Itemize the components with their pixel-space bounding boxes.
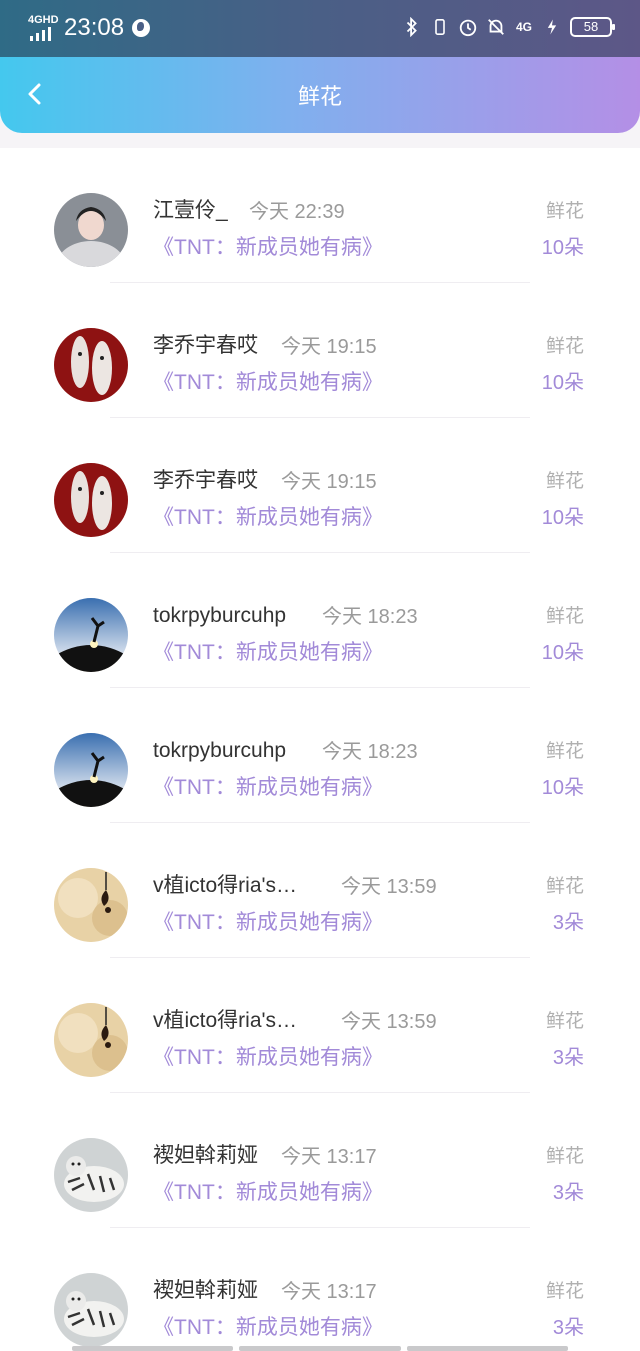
gift-count: 10朵	[541, 507, 584, 529]
status-time: 23:08	[64, 14, 125, 41]
avatar[interactable]	[54, 868, 128, 942]
user-name[interactable]: 李乔宇春哎	[153, 467, 258, 495]
record-time: 今天 13:59	[341, 1011, 437, 1033]
home-indicator[interactable]	[72, 1346, 568, 1351]
list-item[interactable]: 褉妲斡莉娅 今天 13:17 《TNT：新成员她有病》 鲜花 3朵	[0, 1093, 640, 1228]
gift-count: 10朵	[541, 642, 584, 664]
user-name[interactable]: 褉妲斡莉娅	[153, 1142, 258, 1170]
avatar[interactable]	[54, 598, 128, 672]
bluetooth-icon	[402, 16, 422, 38]
alarm-icon	[458, 16, 478, 38]
gift-count: 3朵	[552, 912, 584, 934]
avatar[interactable]	[54, 733, 128, 807]
user-name[interactable]: 江壹伶_	[153, 197, 228, 225]
gift-type: 鲜花	[545, 1281, 584, 1302]
flower-record-list: 江壹伶_ 今天 22:39 《TNT：新成员她有病》 鲜花 10朵 李乔宇春哎 …	[0, 148, 640, 1351]
book-title-link[interactable]: 《TNT：新成员她有病》	[153, 1314, 383, 1342]
record-time: 今天 19:15	[281, 336, 377, 358]
mute-bell-icon	[486, 16, 506, 38]
user-name[interactable]: v植icto得ria's…	[153, 1007, 297, 1035]
list-item[interactable]: 褉妲斡莉娅 今天 13:17 《TNT：新成员她有病》 鲜花 3朵	[0, 1228, 640, 1351]
list-item[interactable]: 李乔宇春哎 今天 19:15 《TNT：新成员她有病》 鲜花 10朵	[0, 418, 640, 553]
book-title-link[interactable]: 《TNT：新成员她有病》	[153, 234, 383, 262]
user-name[interactable]: tokrpyburcuhp	[153, 737, 286, 765]
book-title-link[interactable]: 《TNT：新成员她有病》	[153, 774, 383, 802]
status-bar: 4GHD 23:08 4G 58	[0, 0, 640, 57]
list-item[interactable]: v植icto得ria's… 今天 13:59 《TNT：新成员她有病》 鲜花 3…	[0, 823, 640, 958]
network-label: 4GHD	[28, 14, 59, 26]
list-item[interactable]: v植icto得ria's… 今天 13:59 《TNT：新成员她有病》 鲜花 3…	[0, 958, 640, 1093]
page-title: 鲜花	[297, 84, 342, 109]
app-header: 4GHD 23:08 4G 58 鲜花	[0, 0, 640, 133]
record-time: 今天 13:17	[281, 1281, 377, 1303]
avatar[interactable]	[54, 193, 128, 267]
avatar[interactable]	[54, 463, 128, 537]
book-title-link[interactable]: 《TNT：新成员她有病》	[153, 369, 383, 397]
gift-type: 鲜花	[545, 201, 584, 222]
user-name[interactable]: v植icto得ria's…	[153, 872, 297, 900]
gift-type: 鲜花	[545, 606, 584, 627]
list-item[interactable]: tokrpyburcuhp 今天 18:23 《TNT：新成员她有病》 鲜花 1…	[0, 688, 640, 823]
book-title-link[interactable]: 《TNT：新成员她有病》	[153, 909, 383, 937]
user-name[interactable]: tokrpyburcuhp	[153, 602, 286, 630]
user-name[interactable]: 李乔宇春哎	[153, 332, 258, 360]
gift-type: 鲜花	[545, 1011, 584, 1032]
list-item[interactable]: tokrpyburcuhp 今天 18:23 《TNT：新成员她有病》 鲜花 1…	[0, 553, 640, 688]
gift-count: 3朵	[552, 1182, 584, 1204]
gift-type: 鲜花	[545, 1146, 584, 1167]
record-time: 今天 18:23	[322, 606, 418, 628]
record-time: 今天 13:17	[281, 1146, 377, 1168]
charging-icon	[542, 16, 562, 38]
book-title-link[interactable]: 《TNT：新成员她有病》	[153, 504, 383, 532]
avatar[interactable]	[54, 328, 128, 402]
gift-type: 鲜花	[545, 741, 584, 762]
signal-icon: 4GHD	[28, 14, 59, 41]
list-item[interactable]: 李乔宇春哎 今天 19:15 《TNT：新成员她有病》 鲜花 10朵	[0, 283, 640, 418]
network-type-icon: 4G	[515, 20, 532, 34]
gift-count: 10朵	[541, 372, 584, 394]
globe-icon	[132, 19, 151, 37]
record-time: 今天 19:15	[281, 471, 377, 493]
gift-type: 鲜花	[545, 876, 584, 897]
record-time: 今天 22:39	[249, 201, 345, 223]
record-time: 今天 18:23	[322, 741, 418, 763]
avatar[interactable]	[54, 1273, 128, 1347]
avatar[interactable]	[54, 1138, 128, 1212]
book-title-link[interactable]: 《TNT：新成员她有病》	[153, 1179, 383, 1207]
battery-indicator: 58	[570, 17, 615, 37]
gift-count: 10朵	[541, 237, 584, 259]
record-time: 今天 13:59	[341, 876, 437, 898]
list-item[interactable]: 江壹伶_ 今天 22:39 《TNT：新成员她有病》 鲜花 10朵	[0, 148, 640, 283]
gift-type: 鲜花	[545, 336, 584, 357]
gift-type: 鲜花	[545, 471, 584, 492]
vibrate-icon	[430, 16, 450, 38]
book-title-link[interactable]: 《TNT：新成员她有病》	[153, 1044, 383, 1072]
gift-count: 3朵	[552, 1317, 584, 1339]
avatar[interactable]	[54, 1003, 128, 1077]
user-name[interactable]: 褉妲斡莉娅	[153, 1277, 258, 1305]
book-title-link[interactable]: 《TNT：新成员她有病》	[153, 639, 383, 667]
gift-count: 10朵	[541, 777, 584, 799]
gift-count: 3朵	[552, 1047, 584, 1069]
